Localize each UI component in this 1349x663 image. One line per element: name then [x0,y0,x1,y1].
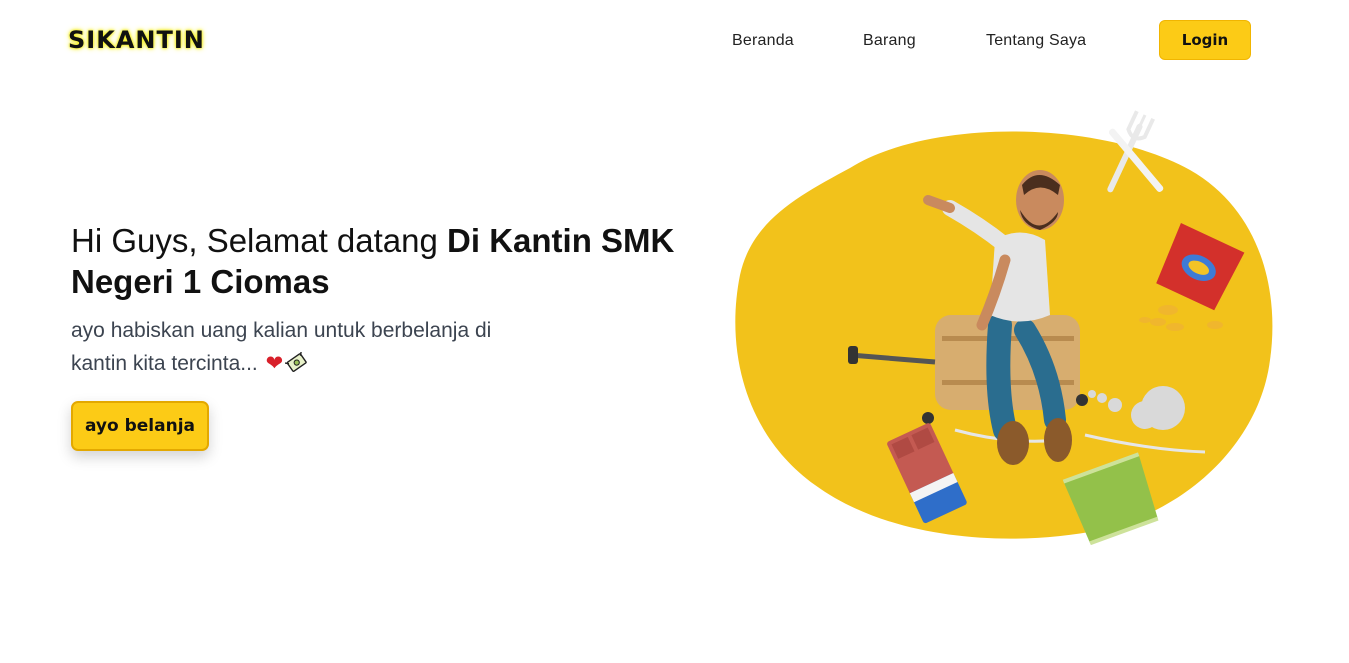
money-with-wings-icon [285,352,307,372]
hero-title: Hi Guys, Selamat datang Di Kantin SMK Ne… [71,220,691,302]
shop-now-button[interactable]: ayo belanja [71,401,209,451]
heart-icon: ❤ [265,352,284,375]
main-nav: Beranda Barang Tentang Saya [0,32,1349,52]
hero-illustration [735,110,1273,546]
hero-description: ayo habiskan uang kalian untuk berbelanj… [71,314,511,380]
hero-title-prefix: Hi Guys, Selamat datang [71,222,448,259]
nav-link-beranda[interactable]: Beranda [732,32,794,50]
nav-link-tentang-saya[interactable]: Tentang Saya [986,32,1086,50]
nav-link-barang[interactable]: Barang [863,32,916,50]
login-button[interactable]: Login [1159,20,1251,60]
